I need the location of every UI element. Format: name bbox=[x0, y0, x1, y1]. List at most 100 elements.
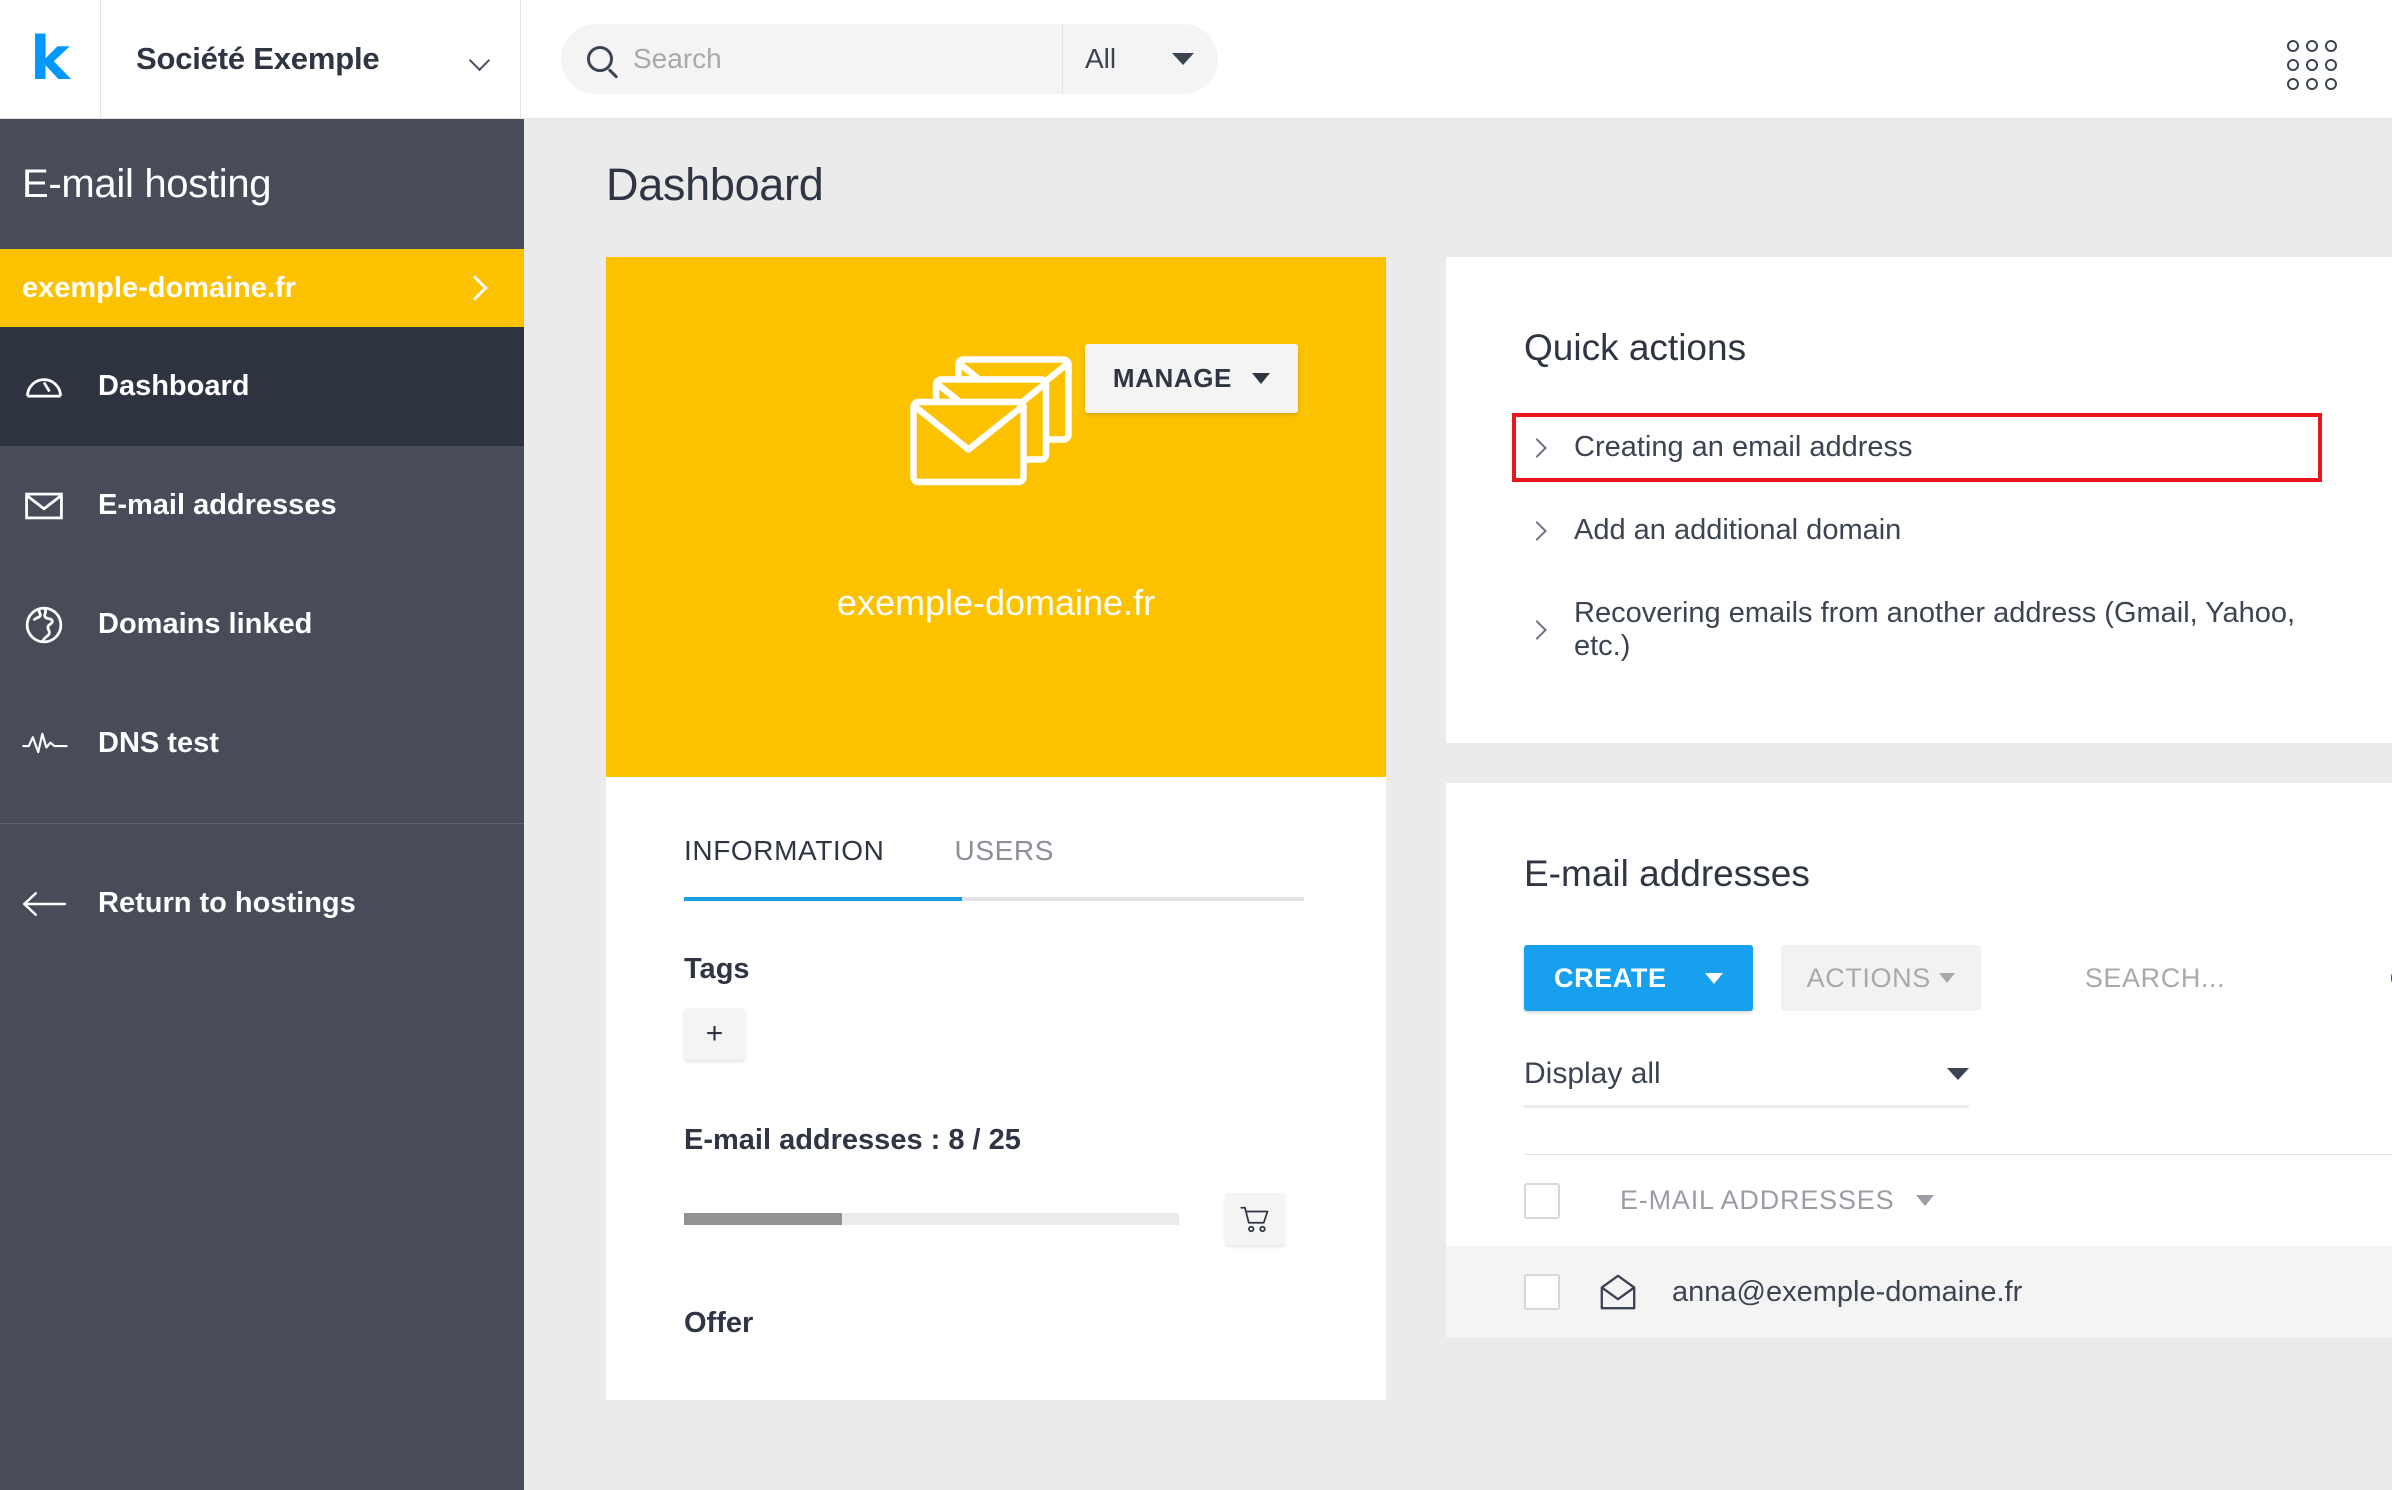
dashboard-columns: MANAGE exemple-domaine.fr INFORMATION US… bbox=[524, 211, 2392, 1400]
apps-dot bbox=[2287, 40, 2299, 52]
quick-action-label: Add an additional domain bbox=[1574, 514, 1902, 546]
hero-domain-label: exemple-domaine.fr bbox=[836, 582, 1156, 623]
pulse-icon bbox=[22, 729, 98, 759]
organization-selector[interactable]: Société Exemple bbox=[101, 0, 521, 119]
quick-actions-card: Quick actions Creating an email address … bbox=[1446, 257, 2392, 743]
sidebar: E-mail hosting exemple-domaine.fr Dashbo… bbox=[0, 119, 524, 1490]
main-content: Dashboard MANAGE exemple-domaine.fr INFO… bbox=[524, 119, 2392, 1490]
email-addresses-toolbar: CREATE ACTIONS bbox=[1446, 895, 2392, 1011]
quick-action-recover-emails[interactable]: Recovering emails from another address (… bbox=[1524, 583, 2318, 677]
table-search bbox=[2084, 962, 2392, 994]
search-input[interactable] bbox=[633, 43, 1033, 75]
table-row[interactable]: anna@exemple-domaine.fr bbox=[1446, 1246, 2392, 1338]
sidebar-item-label: Domains linked bbox=[98, 608, 313, 640]
search-scope-value: All bbox=[1085, 43, 1117, 74]
sort-caret-icon bbox=[1916, 1195, 1935, 1206]
right-column: Quick actions Creating an email address … bbox=[1446, 257, 2392, 1400]
tab-active-indicator bbox=[684, 897, 962, 901]
gauge-icon bbox=[22, 365, 98, 409]
create-button[interactable]: CREATE bbox=[1524, 945, 1753, 1011]
email-quota-label: E-mail addresses : 8 / 25 bbox=[684, 1124, 1021, 1156]
apps-grid-icon[interactable] bbox=[2287, 40, 2337, 90]
manage-button[interactable]: MANAGE bbox=[1084, 344, 1298, 413]
apps-dot bbox=[2325, 40, 2337, 52]
display-filter-select[interactable]: Display all bbox=[1524, 1057, 1969, 1108]
shopping-cart-icon bbox=[1240, 1205, 1270, 1233]
left-column: MANAGE exemple-domaine.fr INFORMATION US… bbox=[606, 257, 1386, 1400]
search-field-wrapper[interactable] bbox=[561, 24, 1063, 94]
tags-label: Tags bbox=[684, 953, 750, 985]
sidebar-item-label: E-mail addresses bbox=[98, 489, 337, 521]
row-email-address: anna@exemple-domaine.fr bbox=[1672, 1275, 2023, 1308]
display-filter-value: Display all bbox=[1524, 1057, 1661, 1090]
globe-icon bbox=[22, 603, 98, 647]
offer-label: Offer bbox=[684, 1307, 754, 1339]
sidebar-item-domains-linked[interactable]: Domains linked bbox=[0, 565, 524, 684]
envelope-icon bbox=[22, 484, 98, 528]
quick-action-create-email-address[interactable]: Creating an email address bbox=[1512, 413, 2322, 482]
select-all-checkbox[interactable] bbox=[1524, 1182, 1560, 1219]
column-email-addresses[interactable]: E-MAIL ADDRESSES bbox=[1620, 1185, 1935, 1216]
apps-dot bbox=[2287, 59, 2299, 71]
quick-actions-list: Creating an email address Add an additio… bbox=[1512, 413, 2322, 677]
table-header-row: E-MAIL ADDRESSES bbox=[1524, 1154, 2392, 1246]
quick-actions-title: Quick actions bbox=[1524, 327, 1747, 368]
email-quota-progress bbox=[684, 1213, 1179, 1225]
actions-button[interactable]: ACTIONS bbox=[1780, 945, 1981, 1011]
chevron-right-icon bbox=[1527, 620, 1547, 640]
apps-dot bbox=[2287, 78, 2299, 90]
caret-down-icon bbox=[1252, 373, 1270, 384]
buy-more-button[interactable] bbox=[1225, 1193, 1285, 1245]
quick-action-label: Creating an email address bbox=[1574, 431, 1913, 463]
logo-k-icon: k bbox=[30, 24, 70, 94]
sidebar-item-label: DNS test bbox=[98, 727, 219, 759]
sidebar-item-label: Dashboard bbox=[98, 370, 250, 402]
arrow-left-icon bbox=[22, 889, 98, 919]
search-scope-dropdown[interactable]: All bbox=[1063, 24, 1218, 94]
open-envelope-icon bbox=[1598, 1274, 1638, 1310]
top-bar: k Société Exemple All bbox=[0, 0, 2392, 119]
sidebar-item-dashboard[interactable]: Dashboard bbox=[0, 327, 524, 446]
email-addresses-title: E-mail addresses bbox=[1524, 853, 1810, 894]
organization-name: Société Exemple bbox=[136, 41, 380, 76]
chevron-down-icon bbox=[470, 53, 492, 65]
sidebar-title: E-mail hosting bbox=[22, 161, 272, 206]
apps-dot bbox=[2325, 78, 2337, 90]
info-tabs: INFORMATION USERS bbox=[606, 835, 1386, 897]
chevron-right-icon bbox=[462, 275, 488, 301]
add-tag-button[interactable]: + bbox=[684, 1008, 745, 1060]
email-quota-row bbox=[684, 1193, 1308, 1245]
tab-underline bbox=[684, 897, 1304, 901]
sidebar-domain-label: exemple-domaine.fr bbox=[22, 271, 296, 304]
apps-dot bbox=[2325, 59, 2337, 71]
sidebar-item-email-addresses[interactable]: E-mail addresses bbox=[0, 446, 524, 565]
caret-down-icon bbox=[1172, 53, 1194, 65]
quick-action-label: Recovering emails from another address (… bbox=[1574, 597, 2296, 662]
information-body: Tags + E-mail addresses : 8 / 25 Offer bbox=[606, 901, 1386, 1400]
table-search-input[interactable] bbox=[2084, 962, 2315, 994]
sidebar-domain-selector[interactable]: exemple-domaine.fr bbox=[0, 249, 524, 327]
caret-down-icon bbox=[1938, 973, 1955, 983]
apps-dot bbox=[2306, 40, 2318, 52]
sidebar-item-dns-test[interactable]: DNS test bbox=[0, 684, 524, 803]
page-title: Dashboard bbox=[606, 159, 824, 210]
app-logo[interactable]: k bbox=[0, 0, 101, 119]
email-addresses-table: E-MAIL ADDRESSES anna@exemple-domaine.fr bbox=[1446, 1154, 2392, 1338]
apps-dot bbox=[2306, 78, 2318, 90]
sidebar-item-return-to-hostings[interactable]: Return to hostings bbox=[0, 844, 524, 963]
tab-users[interactable]: USERS bbox=[955, 835, 1054, 897]
caret-down-icon bbox=[1704, 972, 1723, 984]
caret-down-icon bbox=[1947, 1068, 1969, 1080]
column-header-label: E-MAIL ADDRESSES bbox=[1620, 1185, 1895, 1215]
manage-button-label: MANAGE bbox=[1112, 363, 1232, 393]
chevron-right-icon bbox=[1527, 520, 1547, 541]
stacked-envelopes-icon bbox=[896, 352, 1086, 497]
sidebar-item-label: Return to hostings bbox=[98, 887, 356, 919]
apps-dot bbox=[2306, 59, 2318, 71]
row-checkbox[interactable] bbox=[1524, 1274, 1560, 1310]
hosting-hero-card: MANAGE exemple-domaine.fr bbox=[606, 257, 1386, 777]
create-button-label: CREATE bbox=[1554, 962, 1667, 993]
tab-information[interactable]: INFORMATION bbox=[684, 835, 885, 897]
chevron-right-icon bbox=[1527, 437, 1547, 458]
quick-action-add-domain[interactable]: Add an additional domain bbox=[1524, 500, 2318, 561]
